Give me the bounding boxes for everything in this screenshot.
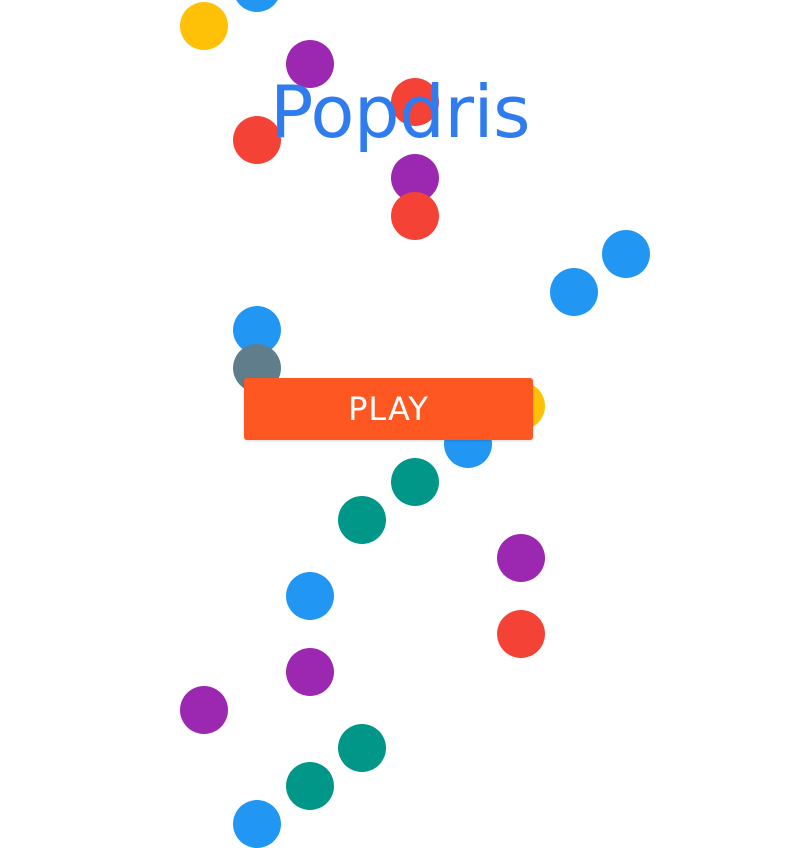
purple-dot[interactable] <box>180 686 228 734</box>
blue-dot[interactable] <box>233 800 281 848</box>
blue-dot[interactable] <box>602 230 650 278</box>
game-title: Popdris <box>270 70 530 154</box>
red-dot[interactable] <box>391 192 439 240</box>
teal-dot[interactable] <box>286 762 334 810</box>
blue-dot[interactable] <box>233 0 281 12</box>
teal-dot[interactable] <box>338 724 386 772</box>
blue-dot[interactable] <box>550 268 598 316</box>
blue-dot[interactable] <box>286 572 334 620</box>
purple-dot[interactable] <box>497 534 545 582</box>
teal-dot[interactable] <box>391 458 439 506</box>
teal-dot[interactable] <box>338 496 386 544</box>
red-dot[interactable] <box>497 610 545 658</box>
yellow-dot[interactable] <box>180 2 228 50</box>
purple-dot[interactable] <box>286 648 334 696</box>
play-button[interactable]: PLAY <box>244 378 533 440</box>
